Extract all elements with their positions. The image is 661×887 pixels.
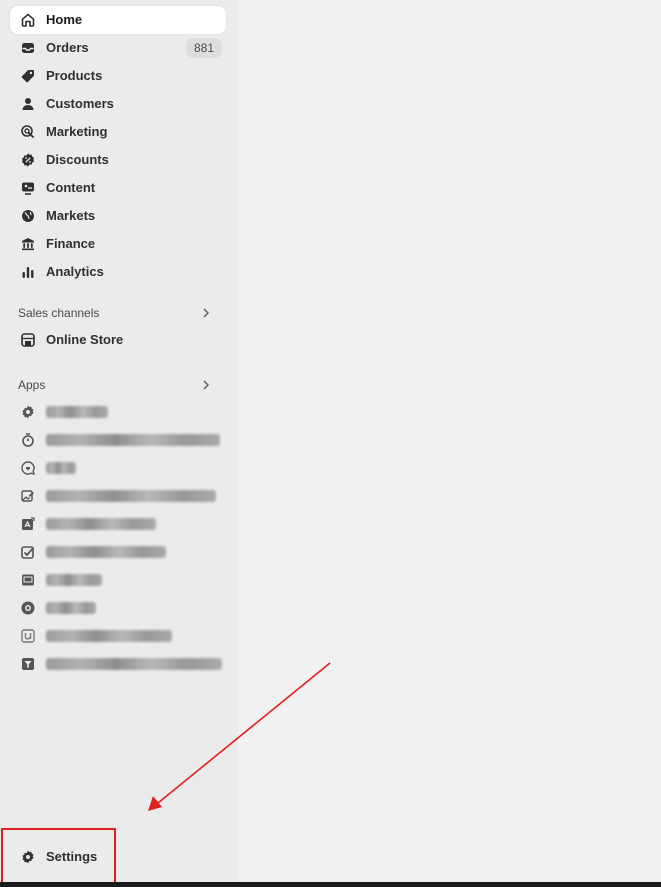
nav-item-markets[interactable]: Markets	[10, 202, 226, 230]
translate-icon	[20, 516, 36, 532]
nav-item-finance[interactable]: Finance	[10, 230, 226, 258]
app-name-blurred	[46, 406, 108, 418]
nav-item-analytics[interactable]: Analytics	[10, 258, 226, 286]
app-name-blurred	[46, 602, 96, 614]
online-store-icon	[20, 332, 36, 348]
products-icon	[20, 68, 36, 84]
apps-header[interactable]: Apps	[10, 374, 226, 396]
nav-item-customers[interactable]: Customers	[10, 90, 226, 118]
nav-label-discounts: Discounts	[46, 152, 109, 167]
nav-label-orders: Orders	[46, 40, 89, 55]
nav-item-products[interactable]: Products	[10, 62, 226, 90]
app-name-blurred	[46, 574, 102, 586]
image-edit-icon	[20, 488, 36, 504]
nav-label-finance: Finance	[46, 236, 96, 251]
content-icon	[20, 180, 36, 196]
app-name-blurred	[46, 490, 216, 502]
app-item[interactable]	[10, 622, 226, 650]
finance-icon	[20, 236, 36, 252]
sidebar: Home Orders 881 Products Customers Marke…	[0, 0, 238, 882]
checkbox-icon	[20, 544, 36, 560]
customers-icon	[20, 96, 36, 112]
discounts-icon	[20, 152, 36, 168]
apps-title: Apps	[18, 378, 46, 392]
stopwatch-icon	[20, 432, 36, 448]
gear-icon	[20, 404, 36, 420]
orders-icon	[20, 40, 36, 56]
sales-channels-title: Sales channels	[18, 306, 100, 320]
app-circle-icon	[20, 600, 36, 616]
app-name-blurred	[46, 434, 220, 446]
nav-label-markets: Markets	[46, 208, 96, 223]
nav-item-discounts[interactable]: Discounts	[10, 146, 226, 174]
app-item[interactable]	[10, 594, 226, 622]
nav-item-home[interactable]: Home	[10, 6, 226, 34]
app-item[interactable]	[10, 426, 226, 454]
app-item[interactable]	[10, 538, 226, 566]
app-name-blurred	[46, 658, 222, 670]
sales-channels-header[interactable]: Sales channels	[10, 302, 226, 324]
chevron-right-icon[interactable]	[200, 306, 212, 320]
app-item[interactable]	[10, 566, 226, 594]
nav-label-analytics: Analytics	[46, 264, 104, 279]
app-item[interactable]	[10, 510, 226, 538]
app-tile-icon	[20, 572, 36, 588]
nav-item-orders[interactable]: Orders 881	[10, 34, 226, 62]
app-item[interactable]	[10, 454, 226, 482]
markets-icon	[20, 208, 36, 224]
app-logo-icon	[20, 628, 36, 644]
chevron-right-icon[interactable]	[200, 378, 212, 392]
app-item[interactable]	[10, 650, 226, 678]
marketing-icon	[20, 124, 36, 140]
heart-chat-icon	[20, 460, 36, 476]
filter-icon	[20, 656, 36, 672]
bottom-bar	[0, 882, 661, 887]
analytics-icon	[20, 264, 36, 280]
nav-label-marketing: Marketing	[46, 124, 108, 139]
app-name-blurred	[46, 462, 76, 474]
app-name-blurred	[46, 518, 156, 530]
nav-label-content: Content	[46, 180, 96, 195]
settings-highlight-box	[1, 828, 116, 884]
nav-label-products: Products	[46, 68, 103, 83]
app-name-blurred	[46, 546, 166, 558]
nav-label-online-store: Online Store	[46, 332, 124, 347]
nav-item-marketing[interactable]: Marketing	[10, 118, 226, 146]
nav-label-home: Home	[46, 12, 83, 27]
orders-count-badge: 881	[186, 38, 222, 58]
app-item[interactable]	[10, 398, 226, 426]
nav-item-content[interactable]: Content	[10, 174, 226, 202]
app-item[interactable]	[10, 482, 226, 510]
nav-label-customers: Customers	[46, 96, 114, 111]
home-icon	[20, 12, 36, 28]
app-name-blurred	[46, 630, 172, 642]
nav-item-online-store[interactable]: Online Store	[10, 326, 226, 354]
